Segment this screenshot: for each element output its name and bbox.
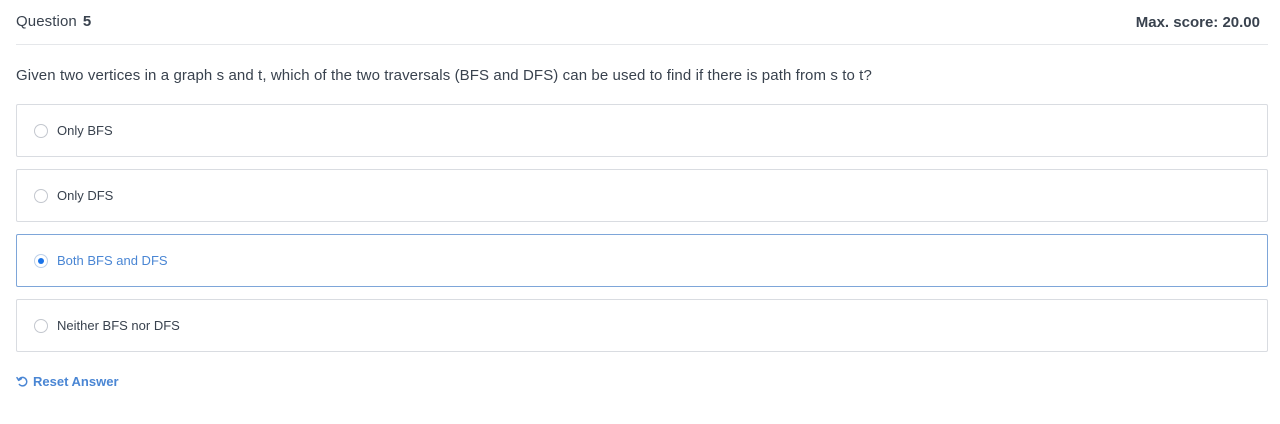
option-both-bfs-and-dfs[interactable]: Both BFS and DFS bbox=[16, 234, 1268, 287]
option-label: Only BFS bbox=[57, 123, 113, 138]
option-label: Only DFS bbox=[57, 188, 114, 203]
radio-button[interactable] bbox=[34, 318, 48, 333]
max-score: Max. score: 20.00 bbox=[1135, 13, 1260, 31]
radio-button-selected[interactable] bbox=[34, 253, 48, 268]
answer-options: Only BFS Only DFS Both BFS and DFS Neith… bbox=[16, 104, 1268, 364]
question-header: Question 5 Max. score: 20.00 bbox=[16, 0, 1268, 45]
question-number: 5 bbox=[82, 13, 92, 30]
question-title: Question 5 bbox=[16, 13, 91, 31]
question-text: Given two vertices in a graph s and t, w… bbox=[16, 67, 872, 84]
option-neither-bfs-nor-dfs[interactable]: Neither BFS nor DFS bbox=[16, 299, 1268, 352]
option-only-bfs[interactable]: Only BFS bbox=[16, 104, 1268, 157]
question-label: Question bbox=[16, 13, 77, 30]
reset-answer-button[interactable]: Reset Answer bbox=[16, 374, 119, 389]
reset-answer-label: Reset Answer bbox=[33, 374, 119, 389]
radio-button[interactable] bbox=[34, 188, 48, 203]
radio-button[interactable] bbox=[34, 123, 48, 138]
option-only-dfs[interactable]: Only DFS bbox=[16, 169, 1268, 222]
undo-icon bbox=[16, 376, 28, 387]
option-label: Neither BFS nor DFS bbox=[57, 318, 180, 333]
option-label: Both BFS and DFS bbox=[57, 253, 168, 268]
